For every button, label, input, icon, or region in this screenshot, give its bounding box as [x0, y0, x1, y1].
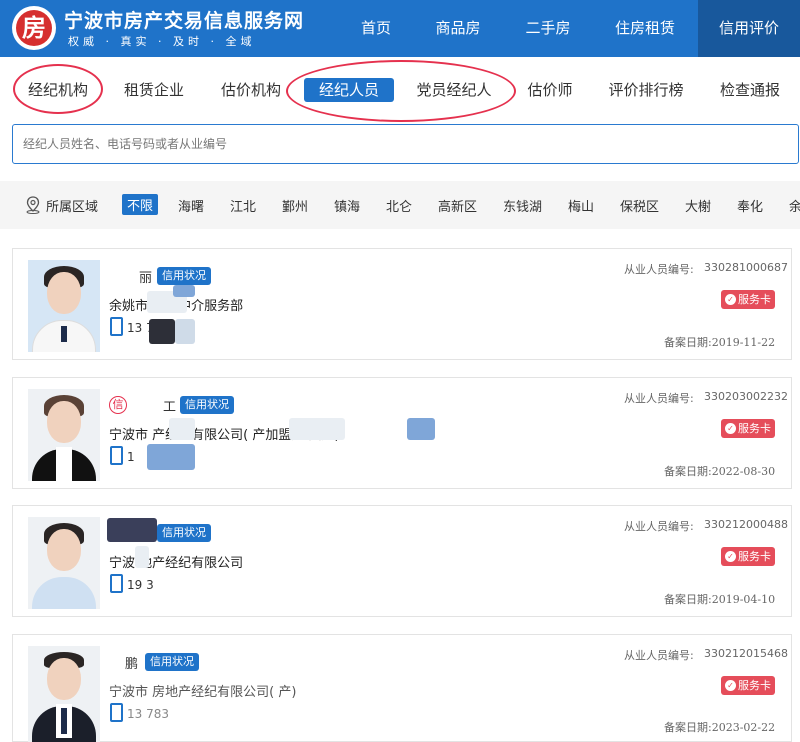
agent-card[interactable]: 丽 信用状况 余姚市 房产中介服务部 13 7 从业人员编号: 33028100…	[12, 248, 792, 360]
redaction	[107, 518, 157, 542]
agent-company: 宁波 地产经纪有限公司	[109, 556, 244, 571]
agent-name: 丽	[139, 271, 153, 286]
record-date: 备案日期:2022-08-30	[664, 465, 776, 478]
region-meishan[interactable]: 梅山	[568, 196, 594, 215]
nav-home[interactable]: 首页	[343, 0, 409, 57]
agent-id: 330212000488	[704, 518, 788, 531]
service-card-button[interactable]: ✓ 服务卡	[721, 547, 775, 566]
agent-id: 330281000687	[704, 261, 788, 274]
region-high-tech[interactable]: 高新区	[438, 196, 477, 215]
region-beilun[interactable]: 北仑	[386, 196, 412, 215]
service-card-label: 服务卡	[738, 550, 771, 563]
tab-rankings[interactable]: 评价排行榜	[598, 78, 694, 102]
agent-name: 工	[163, 400, 177, 415]
site-logo[interactable]: 房	[12, 6, 56, 50]
tab-appraisers[interactable]: 估价师	[518, 78, 582, 102]
agent-card[interactable]: 鹏 信用状况 宁波市 房地产经纪有限公司( 产) 13 783 从业人员编号: …	[12, 634, 792, 742]
service-card-label: 服务卡	[738, 679, 771, 692]
redaction	[175, 319, 195, 344]
nav-rental[interactable]: 住房租赁	[600, 0, 690, 57]
site-title: 宁波市房产交易信息服务网	[64, 10, 305, 32]
region-all[interactable]: 不限	[122, 194, 159, 215]
highlight-circle-agents	[286, 60, 516, 122]
region-dongqianhu[interactable]: 东钱湖	[503, 196, 542, 215]
highlight-circle-agencies	[13, 64, 103, 114]
agent-photo	[28, 389, 100, 481]
service-card-label: 服务卡	[738, 422, 771, 435]
agent-id-label: 从业人员编号:	[624, 649, 694, 662]
face-shape	[47, 658, 81, 700]
credit-status-tag[interactable]: 信用状况	[157, 267, 211, 285]
service-card-button[interactable]: ✓ 服务卡	[721, 290, 775, 309]
phone-icon	[110, 574, 123, 593]
redaction	[149, 319, 175, 344]
face-shape	[47, 272, 81, 314]
region-fenghua[interactable]: 奉化	[737, 196, 763, 215]
face-shape	[47, 401, 81, 443]
agent-id-label: 从业人员编号:	[624, 263, 694, 276]
region-haishu[interactable]: 海曙	[178, 196, 204, 215]
record-date: 备案日期:2019-11-22	[664, 336, 776, 349]
nav-credit-rating[interactable]: 信用评价	[698, 0, 800, 57]
region-bonded-zone[interactable]: 保税区	[620, 196, 659, 215]
region-yuyao[interactable]: 余	[789, 196, 800, 215]
bow-shape	[61, 326, 67, 342]
tab-appraisal-agencies[interactable]: 估价机构	[211, 78, 291, 102]
check-icon: ✓	[725, 551, 736, 562]
redaction	[169, 418, 195, 440]
redaction	[173, 285, 195, 297]
region-yinzhou[interactable]: 鄞州	[282, 196, 308, 215]
agent-photo	[28, 646, 100, 742]
region-label: 所属区域	[46, 200, 99, 215]
check-icon: ✓	[725, 680, 736, 691]
face-shape	[47, 529, 81, 571]
agent-name: 鹏	[125, 657, 139, 672]
nav-second-hand[interactable]: 二手房	[510, 0, 586, 57]
site-slogan: 权威 · 真实 · 及时 · 全域	[68, 35, 256, 48]
region-daxie[interactable]: 大榭	[685, 196, 711, 215]
redaction	[407, 418, 435, 440]
service-card-label: 服务卡	[738, 293, 771, 306]
agent-id-label: 从业人员编号:	[624, 392, 694, 405]
redaction	[289, 418, 345, 440]
agent-photo	[28, 517, 100, 609]
region-jiangbei[interactable]: 江北	[230, 196, 256, 215]
agent-photo	[28, 260, 100, 352]
search-input[interactable]	[13, 125, 798, 163]
body-shape	[32, 577, 96, 609]
shirt-shape	[56, 447, 72, 481]
service-card-button[interactable]: ✓ 服务卡	[721, 676, 775, 695]
agent-company: 宁波市 房地产经纪有限公司( 产)	[109, 685, 297, 700]
redaction	[147, 444, 195, 470]
agent-phone: 1	[127, 450, 135, 464]
agent-phone: 19 3	[127, 578, 154, 592]
credit-status-tag[interactable]: 信用状况	[145, 653, 199, 671]
record-date: 备案日期:2023-02-22	[664, 721, 776, 734]
tab-rental-companies[interactable]: 租赁企业	[114, 78, 194, 102]
agent-id: 330212015468	[704, 647, 788, 660]
agent-phone: 13 783	[127, 707, 169, 721]
check-icon: ✓	[725, 294, 736, 305]
tab-inspection-reports[interactable]: 检查通报	[712, 78, 788, 102]
agent-id: 330203002232	[704, 390, 788, 403]
location-pin-icon	[26, 196, 40, 214]
service-card-button[interactable]: ✓ 服务卡	[721, 419, 775, 438]
phone-icon	[110, 317, 123, 336]
phone-icon	[110, 703, 123, 722]
credit-status-tag[interactable]: 信用状况	[180, 396, 234, 414]
phone-icon	[110, 446, 123, 465]
agent-card[interactable]: 信用状况 宁波 地产经纪有限公司 19 3 从业人员编号: 3302120004…	[12, 505, 792, 617]
tie-shape	[61, 708, 67, 734]
agent-id-label: 从业人员编号:	[624, 520, 694, 533]
search-box[interactable]	[12, 124, 799, 164]
region-zhenhai[interactable]: 镇海	[334, 196, 360, 215]
agent-card[interactable]: 信 工 信用状况 宁波市 产经纪有限公司( 产加盟店 园店) 1 从业人员编号:…	[12, 377, 792, 489]
credit-badge: 信	[109, 396, 127, 414]
check-icon: ✓	[725, 423, 736, 434]
credit-status-tag[interactable]: 信用状况	[157, 524, 211, 542]
logo-char: 房	[16, 10, 52, 46]
nav-new-homes[interactable]: 商品房	[422, 0, 494, 57]
record-date: 备案日期:2019-04-10	[664, 593, 776, 606]
redaction	[135, 546, 149, 568]
